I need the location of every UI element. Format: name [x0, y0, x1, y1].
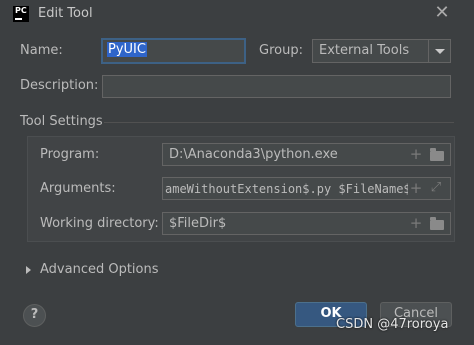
arguments-input-value: ameWithoutExtension$.py $FileName$: [165, 182, 411, 196]
working-directory-input-value: $FileDir$: [169, 216, 227, 231]
window-title: Edit Tool: [38, 6, 93, 21]
pycharm-logo-icon: PC: [13, 6, 29, 22]
description-label: Description:: [20, 78, 99, 93]
close-icon[interactable]: ✕: [432, 3, 452, 23]
tool-settings-header: Tool Settings: [20, 114, 103, 129]
expand-icon[interactable]: ⤢: [428, 180, 444, 196]
watermark-text: CSDN @47roroya: [336, 317, 449, 332]
arguments-label: Arguments:: [40, 181, 116, 196]
group-label: Group:: [259, 43, 303, 58]
chevron-down-icon: [435, 49, 445, 54]
plus-icon[interactable]: +: [408, 146, 424, 162]
section-divider: [104, 122, 454, 123]
folder-icon[interactable]: [430, 148, 444, 161]
description-input[interactable]: [102, 75, 451, 98]
name-label: Name:: [20, 43, 63, 58]
working-directory-label: Working directory:: [40, 216, 159, 231]
group-select-value: External Tools: [319, 43, 410, 58]
advanced-options-label: Advanced Options: [40, 262, 159, 277]
help-button[interactable]: ?: [23, 304, 46, 327]
name-input[interactable]: PyUIC: [101, 38, 246, 64]
title-bar: PC Edit Tool ✕: [0, 0, 474, 30]
advanced-options-toggle[interactable]: Advanced Options: [24, 262, 159, 280]
program-input-value: D:\Anaconda3\python.exe: [169, 147, 338, 162]
folder-icon[interactable]: [430, 217, 444, 230]
help-icon: ?: [30, 307, 39, 322]
group-dropdown-button[interactable]: [428, 40, 450, 62]
name-input-value: PyUIC: [107, 42, 147, 57]
triangle-right-icon: [26, 266, 31, 274]
plus-icon[interactable]: +: [408, 215, 424, 231]
group-select[interactable]: External Tools: [312, 39, 451, 63]
plus-icon[interactable]: +: [408, 180, 424, 196]
program-label: Program:: [40, 147, 100, 162]
